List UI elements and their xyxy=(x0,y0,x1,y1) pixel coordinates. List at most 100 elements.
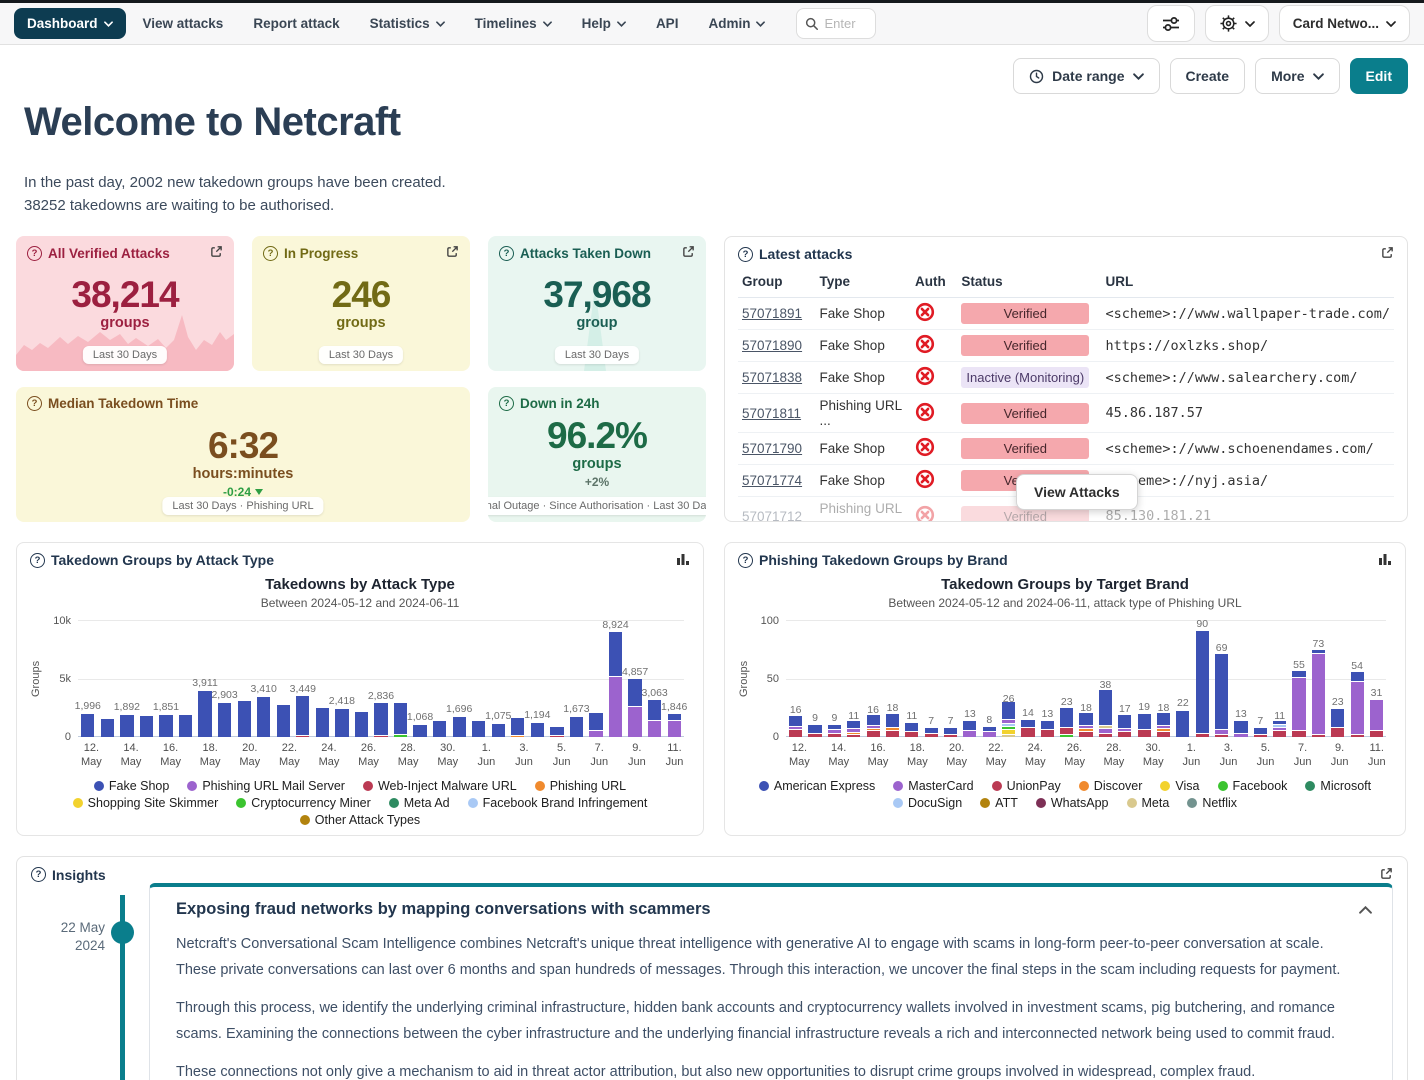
bar-29-may[interactable]: 1,068 xyxy=(410,620,430,737)
bar-14-may[interactable]: 1,892 xyxy=(117,620,137,737)
legend-american-express[interactable]: American Express xyxy=(759,779,875,793)
bar-24-may[interactable]: 14 xyxy=(1018,620,1037,737)
help-icon[interactable]: ? xyxy=(263,246,278,261)
bar-7-jun[interactable]: 55 xyxy=(1289,620,1308,737)
card-in-progress[interactable]: ? In Progress 246 groups Last 30 Days xyxy=(252,236,470,371)
legend-phishing-url-mail-server[interactable]: Phishing URL Mail Server xyxy=(187,779,345,793)
bar-9-jun[interactable]: 4,857 xyxy=(625,620,645,737)
bar-8-jun[interactable]: 8,924 xyxy=(606,620,626,737)
bar-1-jun[interactable]: 22 xyxy=(1173,620,1192,737)
nav-item-statistics[interactable]: Statistics xyxy=(357,8,458,39)
bar-2-jun[interactable]: 1,075 xyxy=(488,620,508,737)
account-menu-button[interactable]: Card Netwo... xyxy=(1279,5,1410,42)
attack-row[interactable]: 57071891 Fake Shop Verified <scheme>://w… xyxy=(738,298,1394,330)
card-median-takedown-time[interactable]: ? Median Takedown Time 6:32 hours:minute… xyxy=(16,387,470,522)
legend-web-inject-malware-url[interactable]: Web-Inject Malware URL xyxy=(363,779,517,793)
search-input[interactable] xyxy=(824,16,866,31)
bar-27-may[interactable]: 18 xyxy=(1076,620,1095,737)
nav-item-admin[interactable]: Admin xyxy=(695,8,778,39)
group-link[interactable]: 57071838 xyxy=(742,370,802,385)
group-link[interactable]: 57071712 xyxy=(742,509,802,523)
bar-17-may[interactable]: 18 xyxy=(883,620,902,737)
legend-netflix[interactable]: Netflix xyxy=(1187,796,1237,810)
bar-20-may[interactable] xyxy=(234,620,254,737)
bar-24-may[interactable] xyxy=(313,620,333,737)
attack-row[interactable]: 57071790 Fake Shop Verified <scheme>://w… xyxy=(738,433,1394,465)
more-button[interactable]: More xyxy=(1255,58,1339,94)
external-link-icon[interactable] xyxy=(1381,246,1394,262)
legend-fake-shop[interactable]: Fake Shop xyxy=(94,779,169,793)
legend-whatsapp[interactable]: WhatsApp xyxy=(1036,796,1109,810)
bar-16-may[interactable]: 1,851 xyxy=(156,620,176,737)
bar-22-may[interactable]: 8 xyxy=(980,620,999,737)
bar-23-may[interactable]: 3,449 xyxy=(293,620,313,737)
legend-mastercard[interactable]: MasterCard xyxy=(893,779,973,793)
date-range-button[interactable]: Date range xyxy=(1013,58,1159,94)
bar-25-may[interactable]: 13 xyxy=(1038,620,1057,737)
search-box[interactable] xyxy=(796,8,876,39)
bar-21-may[interactable]: 13 xyxy=(960,620,979,737)
help-icon[interactable]: ? xyxy=(499,396,514,411)
bar-11-jun[interactable]: 1,846 xyxy=(664,620,684,737)
legend-cryptocurrency-miner[interactable]: Cryptocurrency Miner xyxy=(236,796,370,810)
bar-14-may[interactable]: 9 xyxy=(825,620,844,737)
help-icon[interactable]: ? xyxy=(31,867,46,882)
chart-type-icon[interactable] xyxy=(676,552,690,568)
group-link[interactable]: 57071811 xyxy=(742,406,801,421)
bar-26-may[interactable] xyxy=(352,620,372,737)
nav-item-view-attacks[interactable]: View attacks xyxy=(130,8,237,39)
bar-9-jun[interactable]: 23 xyxy=(1328,620,1347,737)
card-all-verified-attacks[interactable]: ? All Verified Attacks 38,214 groups Las… xyxy=(16,236,234,371)
legend-att[interactable]: ATT xyxy=(980,796,1018,810)
legend-meta[interactable]: Meta xyxy=(1127,796,1170,810)
group-link[interactable]: 57071891 xyxy=(742,306,802,321)
legend-microsoft[interactable]: Microsoft xyxy=(1305,779,1371,793)
nav-item-report-attack[interactable]: Report attack xyxy=(240,8,352,39)
external-link-icon[interactable] xyxy=(446,245,459,261)
help-icon[interactable]: ? xyxy=(30,553,45,568)
nav-item-help[interactable]: Help xyxy=(569,8,639,39)
bar-31-may[interactable]: 1,696 xyxy=(449,620,469,737)
legend-visa[interactable]: Visa xyxy=(1160,779,1199,793)
bar-8-jun[interactable]: 73 xyxy=(1309,620,1328,737)
bar-20-may[interactable]: 7 xyxy=(941,620,960,737)
create-button[interactable]: Create xyxy=(1170,58,1246,94)
external-link-icon[interactable] xyxy=(1380,867,1393,883)
bar-4-jun[interactable]: 13 xyxy=(1231,620,1250,737)
bar-15-may[interactable]: 11 xyxy=(844,620,863,737)
bar-19-may[interactable]: 7 xyxy=(922,620,941,737)
bar-29-may[interactable]: 17 xyxy=(1115,620,1134,737)
chart-type-icon[interactable] xyxy=(1378,552,1392,568)
bar-5-jun[interactable]: 7 xyxy=(1251,620,1270,737)
bar-30-may[interactable]: 19 xyxy=(1134,620,1153,737)
settings-button[interactable] xyxy=(1205,5,1269,42)
bar-6-jun[interactable]: 1,673 xyxy=(567,620,587,737)
legend-facebook-brand-infringement[interactable]: Facebook Brand Infringement xyxy=(468,796,648,810)
bar-23-may[interactable]: 26 xyxy=(999,620,1018,737)
bar-4-jun[interactable]: 1,194 xyxy=(528,620,548,737)
legend-facebook[interactable]: Facebook xyxy=(1218,779,1288,793)
card-attacks-taken-down[interactable]: ? Attacks Taken Down 37,968 group Last 3… xyxy=(488,236,706,371)
legend-other-attack-types[interactable]: Other Attack Types xyxy=(300,813,420,827)
bar-10-jun[interactable]: 54 xyxy=(1347,620,1366,737)
card-down-in-24h[interactable]: ? Down in 24h 96.2% groups +2% Final Out… xyxy=(488,387,706,522)
bar-13-may[interactable] xyxy=(98,620,118,737)
help-icon[interactable]: ? xyxy=(27,396,42,411)
filters-button[interactable] xyxy=(1147,5,1195,42)
chevron-up-icon[interactable] xyxy=(1359,901,1372,919)
bar-28-may[interactable]: 38 xyxy=(1096,620,1115,737)
bar-3-jun[interactable]: 69 xyxy=(1212,620,1231,737)
bar-27-may[interactable]: 2,836 xyxy=(371,620,391,737)
bar-18-may[interactable]: 3,911 xyxy=(195,620,215,737)
help-icon[interactable]: ? xyxy=(27,246,42,261)
bar-25-may[interactable]: 2,418 xyxy=(332,620,352,737)
attack-row[interactable]: 57071811 Phishing URL ... Verified 45.86… xyxy=(738,394,1394,433)
view-attacks-button[interactable]: View Attacks xyxy=(1016,474,1138,510)
legend-discover[interactable]: Discover xyxy=(1079,779,1143,793)
legend-shopping-site-skimmer[interactable]: Shopping Site Skimmer xyxy=(73,796,219,810)
legend-docusign[interactable]: DocuSign xyxy=(893,796,962,810)
bar-15-may[interactable] xyxy=(137,620,157,737)
edit-button[interactable]: Edit xyxy=(1350,58,1408,94)
help-icon[interactable]: ? xyxy=(738,553,753,568)
legend-phishing-url[interactable]: Phishing URL xyxy=(535,779,626,793)
